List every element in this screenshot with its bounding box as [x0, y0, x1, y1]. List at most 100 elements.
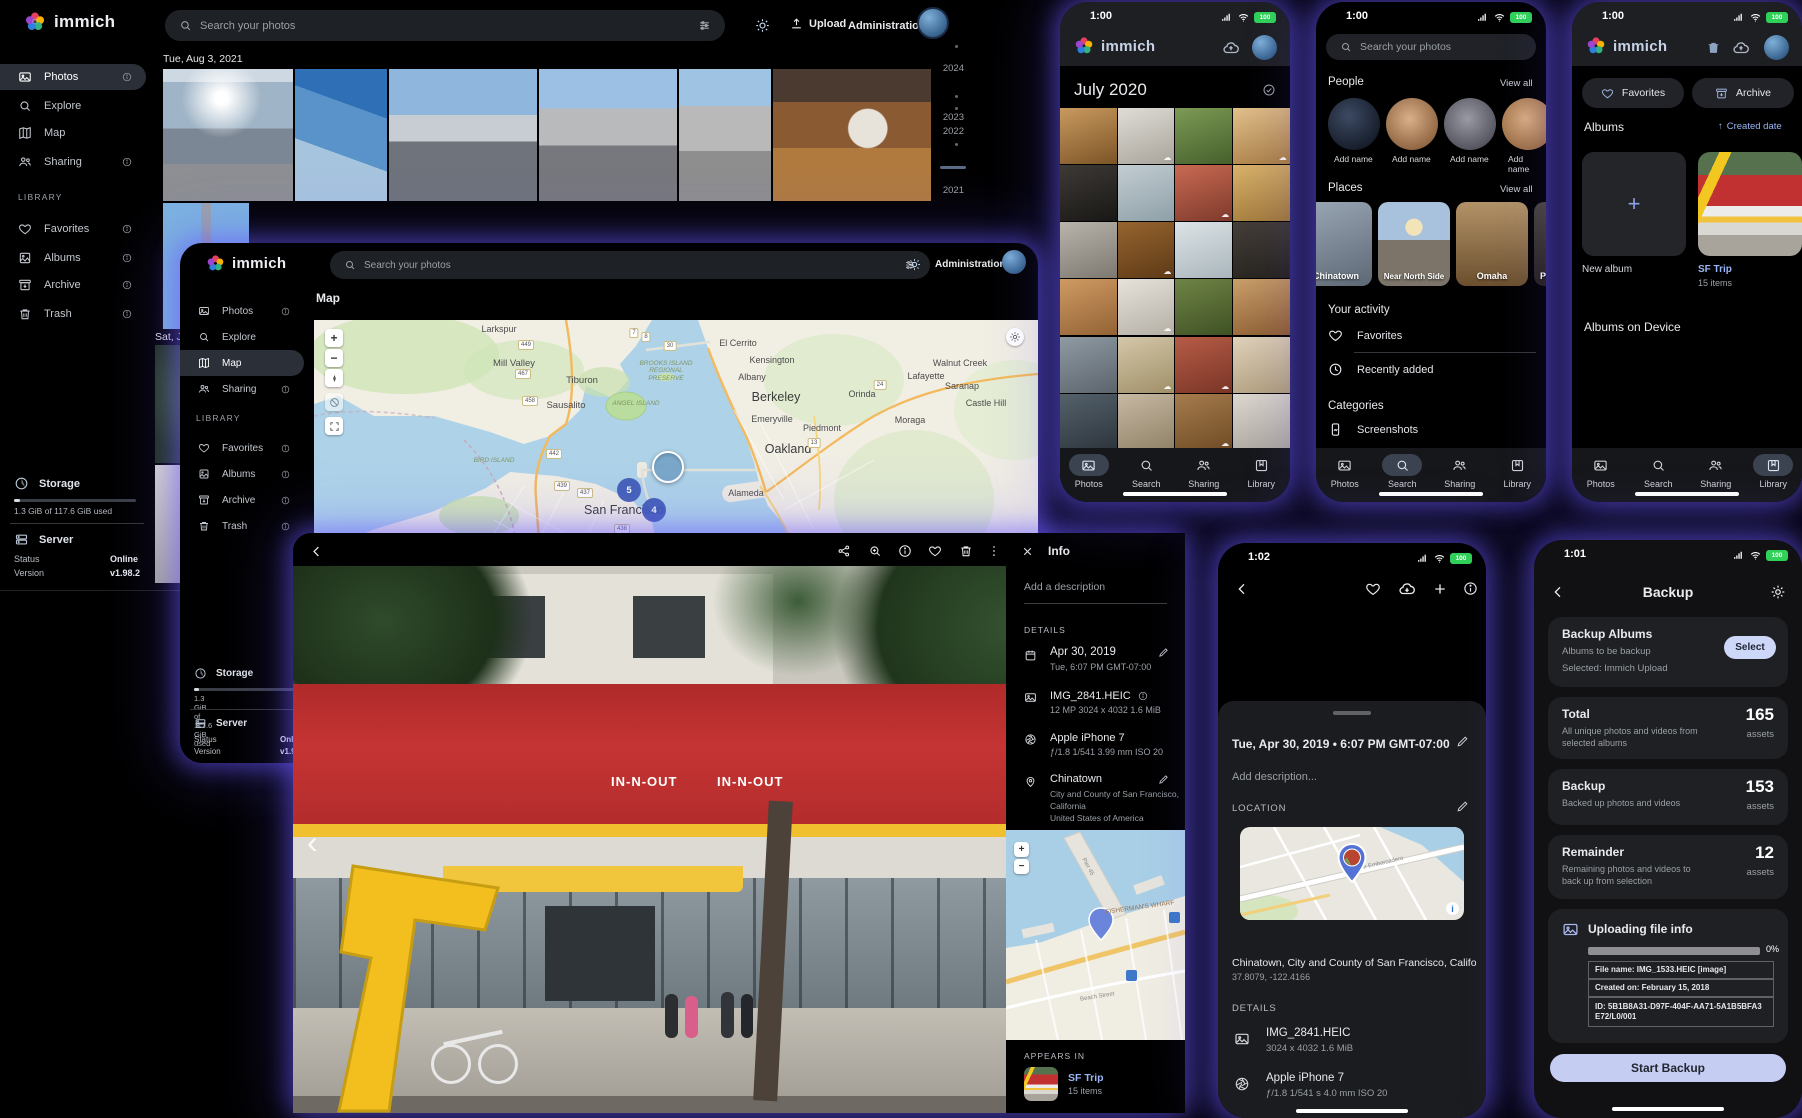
sidebar-item-albums[interactable]: Albums	[180, 461, 304, 487]
edit-date-icon[interactable]	[1158, 647, 1169, 658]
close-icon[interactable]	[1021, 545, 1034, 558]
nav-tab-photos[interactable]: Photos	[1316, 448, 1374, 502]
sidebar-item-map[interactable]: Map	[0, 120, 146, 146]
search-input[interactable]: Search your photos	[1326, 34, 1536, 60]
add-name-label[interactable]: Add name	[1450, 154, 1489, 164]
location-mini-map[interactable]: FISHERMAN'S WHARF Pier 45 Beach Street +…	[1006, 830, 1185, 1040]
person-face[interactable]	[1328, 98, 1380, 150]
sidebar-item-albums[interactable]: Albums	[0, 245, 146, 271]
photo-thumbnail[interactable]	[1175, 279, 1232, 335]
description-input[interactable]: Add description...	[1232, 771, 1317, 783]
photo-thumbnail[interactable]	[1060, 337, 1117, 393]
share-icon[interactable]	[837, 544, 851, 558]
photo-thumbnail[interactable]	[1175, 222, 1232, 278]
sidebar-item-favorites[interactable]: Favorites	[180, 435, 304, 461]
place-card[interactable]: Near North Side	[1378, 202, 1450, 286]
photo-thumbnail[interactable]	[1175, 108, 1232, 164]
photo-thumbnail[interactable]	[1118, 165, 1175, 221]
search-input[interactable]: Search your photos	[330, 251, 930, 279]
photo-thumbnail[interactable]: ☁	[1175, 165, 1232, 221]
theme-toggle-icon[interactable]	[755, 18, 770, 33]
map-layers-button[interactable]	[325, 393, 343, 411]
info-icon[interactable]	[1463, 581, 1478, 596]
album-name[interactable]: SF Trip	[1068, 1072, 1104, 1084]
photo-thumbnail[interactable]	[1233, 222, 1290, 278]
favorite-icon[interactable]	[928, 544, 942, 558]
photo-thumbnail[interactable]	[1233, 165, 1290, 221]
nav-tab-photos[interactable]: Photos	[1060, 448, 1118, 502]
user-avatar[interactable]	[1764, 35, 1789, 60]
sidebar-item-sharing[interactable]: Sharing	[180, 376, 304, 402]
mini-map-zoom-in[interactable]: +	[1014, 842, 1029, 857]
edit-location-icon[interactable]	[1158, 774, 1169, 785]
map-fullscreen-button[interactable]	[325, 417, 343, 435]
add-icon[interactable]	[1432, 581, 1448, 597]
place-card[interactable]: Chinatown	[1316, 202, 1372, 286]
administration-link[interactable]: Administration	[935, 259, 1006, 270]
photo-thumbnail[interactable]	[1060, 222, 1117, 278]
photo-thumbnail[interactable]: ☁	[1118, 108, 1175, 164]
start-backup-button[interactable]: Start Backup	[1550, 1054, 1786, 1082]
scrubber-position-indicator[interactable]	[940, 166, 966, 169]
info-icon[interactable]	[898, 544, 912, 558]
viewer-back-icon[interactable]	[309, 544, 324, 559]
photo-thumbnail[interactable]: ☁	[1118, 222, 1175, 278]
sidebar-item-sharing[interactable]: Sharing	[0, 149, 146, 175]
map-photo-cluster[interactable]: 4	[642, 498, 666, 522]
photo-thumbnail[interactable]	[1233, 337, 1290, 393]
photo-thumbnail[interactable]	[389, 69, 537, 201]
photo-thumbnail[interactable]	[163, 69, 293, 201]
photo-thumbnail[interactable]	[1060, 108, 1117, 164]
sidebar-item-explore[interactable]: Explore	[0, 93, 146, 119]
album-name[interactable]: SF Trip	[1698, 264, 1732, 275]
nav-tab-photos[interactable]: Photos	[1572, 448, 1630, 502]
archive-button[interactable]: Archive	[1692, 78, 1794, 108]
place-card[interactable]: Omaha	[1456, 202, 1528, 286]
sidebar-item-archive[interactable]: Archive	[0, 272, 146, 298]
favorites-button[interactable]: Favorites	[1582, 78, 1684, 108]
album-card-sf-trip[interactable]	[1698, 152, 1802, 256]
immich-logo[interactable]: immich	[206, 254, 286, 273]
appears-in-album[interactable]: SF Trip 15 items	[1024, 1067, 1104, 1101]
nav-tab-library[interactable]: Library	[1489, 448, 1547, 502]
map-zoom-out-button[interactable]: −	[325, 349, 343, 367]
places-view-all-link[interactable]: View all	[1500, 184, 1533, 195]
photo-thumbnail[interactable]: ☁	[1118, 337, 1175, 393]
settings-gear-icon[interactable]	[1770, 584, 1786, 600]
search-filter-icon[interactable]	[698, 19, 711, 32]
photo-thumbnail[interactable]	[679, 69, 771, 201]
map-zoom-in-button[interactable]: +	[325, 329, 343, 347]
location-map-card[interactable]: The Embarcadero i	[1240, 827, 1464, 920]
add-name-label[interactable]: Add name	[1392, 154, 1431, 164]
map-compass-button[interactable]	[325, 369, 343, 387]
trash-icon[interactable]	[1706, 40, 1721, 55]
user-avatar[interactable]	[1252, 35, 1277, 60]
sidebar-item-map[interactable]: Map	[180, 350, 304, 376]
place-card[interactable]: Pi	[1534, 202, 1546, 286]
favorites-row[interactable]: Favorites	[1328, 328, 1402, 343]
photo-thumbnail[interactable]: ☁	[1175, 337, 1232, 393]
select-button[interactable]: Select	[1724, 636, 1776, 659]
recently-added-row[interactable]: Recently added	[1328, 362, 1433, 377]
user-avatar[interactable]	[917, 7, 949, 39]
select-all-icon[interactable]	[1262, 83, 1276, 97]
more-icon[interactable]	[987, 544, 1001, 558]
photo-thumbnail[interactable]	[1060, 165, 1117, 221]
favorite-icon[interactable]	[1365, 581, 1381, 597]
map-info-icon[interactable]: i	[1446, 902, 1459, 915]
viewer-photo[interactable]: IN-N-OUT IN-N-OUT ‹	[293, 566, 1006, 1113]
sidebar-item-trash[interactable]: Trash	[0, 301, 146, 327]
photo-thumbnail[interactable]	[1060, 279, 1117, 335]
nav-tab-library[interactable]: Library	[1233, 448, 1291, 502]
file-info-icon[interactable]	[1138, 691, 1148, 701]
search-input[interactable]: Search your photos	[165, 10, 725, 41]
delete-icon[interactable]	[959, 544, 973, 558]
cloud-download-icon[interactable]	[1398, 580, 1416, 598]
add-name-label[interactable]: Add name	[1508, 154, 1546, 174]
photo-thumbnail[interactable]	[539, 69, 677, 201]
edit-date-icon[interactable]	[1456, 735, 1469, 748]
user-avatar[interactable]	[1002, 250, 1026, 274]
immich-logo[interactable]: immich	[24, 11, 115, 33]
back-icon[interactable]	[1234, 581, 1250, 597]
map-photo-marker[interactable]	[652, 451, 684, 483]
